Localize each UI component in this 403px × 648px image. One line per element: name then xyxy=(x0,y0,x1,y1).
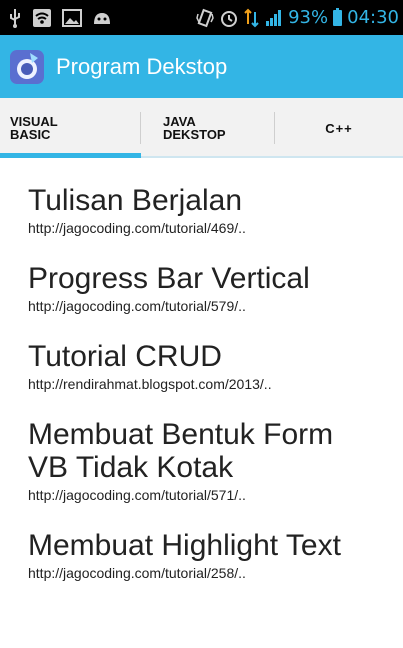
list-item[interactable]: Membuat Bentuk Form VB Tidak Kotak http:… xyxy=(0,418,378,504)
list-item[interactable]: Tutorial CRUD http://rendirahmat.blogspo… xyxy=(0,340,403,393)
android-icon xyxy=(92,10,112,26)
list-item-title: Tutorial CRUD xyxy=(28,340,222,373)
list-item-url: http://jagocoding.com/tutorial/258/.. xyxy=(28,565,246,581)
battery-percent: 93% xyxy=(288,7,329,28)
vibrate-icon xyxy=(196,8,214,28)
tab-label: VISUAL BASIC xyxy=(10,114,58,142)
list-item[interactable]: Progress Bar Vertical http://jagocoding.… xyxy=(0,262,403,315)
tab-label: JAVA DEKSTOP xyxy=(163,114,226,142)
tab-java-dekstop[interactable]: JAVA DEKSTOP xyxy=(141,98,275,158)
wifi-icon xyxy=(32,8,52,28)
data-transfer-icon xyxy=(244,8,260,28)
clock: 04:30 xyxy=(347,7,399,28)
list-item-url: http://jagocoding.com/tutorial/469/.. xyxy=(28,220,246,236)
list-item[interactable]: Tulisan Berjalan http://jagocoding.com/t… xyxy=(0,184,403,237)
list-item-title: Membuat Bentuk Form VB Tidak Kotak xyxy=(28,418,334,484)
usb-icon xyxy=(8,8,22,28)
tutorial-list: Tulisan Berjalan http://jagocoding.com/t… xyxy=(0,158,403,582)
battery-icon xyxy=(333,7,343,26)
tab-cpp[interactable]: C++ xyxy=(275,98,403,158)
alarm-icon xyxy=(219,8,239,28)
action-bar: Program Dekstop xyxy=(0,35,403,98)
app-logo-icon[interactable] xyxy=(10,49,44,84)
status-bar: 93% 04:30 xyxy=(0,0,403,35)
app-title: Program Dekstop xyxy=(56,53,228,79)
tab-bar: VISUAL BASIC JAVA DEKSTOP C++ xyxy=(0,98,403,158)
list-item-url: http://rendirahmat.blogspot.com/2013/.. xyxy=(28,376,272,392)
signal-icon xyxy=(265,9,283,27)
list-item-title: Membuat Highlight Text xyxy=(28,529,341,562)
tab-label: C++ xyxy=(325,120,353,136)
list-item-url: http://jagocoding.com/tutorial/579/.. xyxy=(28,298,246,314)
list-item-url: http://jagocoding.com/tutorial/571/.. xyxy=(28,487,246,503)
image-icon xyxy=(62,8,82,27)
list-item[interactable]: Membuat Highlight Text http://jagocoding… xyxy=(0,529,403,582)
list-item-title: Progress Bar Vertical xyxy=(28,262,310,295)
list-item-title: Tulisan Berjalan xyxy=(28,184,242,217)
tab-visual-basic[interactable]: VISUAL BASIC xyxy=(0,98,141,158)
